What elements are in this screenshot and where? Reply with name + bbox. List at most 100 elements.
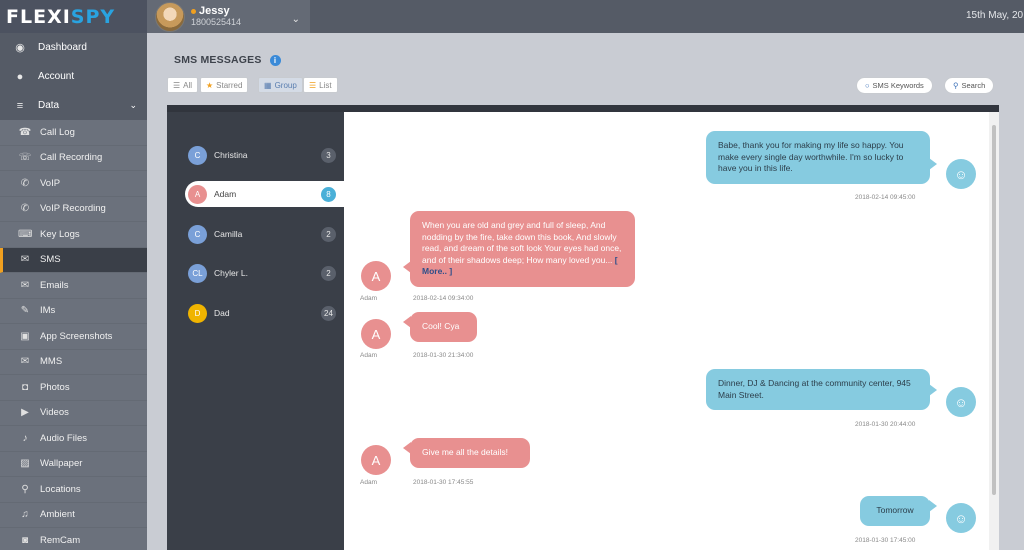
sms-keywords-button[interactable]: ○ SMS Keywords [856, 77, 933, 94]
sidebar-item-app-screenshots[interactable]: ▣ App Screenshots [0, 324, 147, 350]
sidebar-item-label: IMs [40, 305, 56, 317]
sidebar-item-sms[interactable]: ✉ SMS [0, 247, 147, 273]
message-timestamp: 2018-02-14 09:45:00 [855, 194, 916, 201]
sidebar-item-label: Wallpaper [40, 458, 83, 470]
sidebar-item-remcam[interactable]: ◙ RemCam [0, 528, 147, 550]
sidebar-item-label: Ambient [40, 509, 75, 521]
message-bubble-incoming: When you are old and grey and full of sl… [403, 211, 635, 287]
message-bubble-incoming: Cool! Cya [403, 312, 477, 342]
page-title-text: SMS MESSAGES [174, 54, 262, 66]
sidebar: ◉ Dashboard ● Account ≡ Data ⌄ ☎ Call Log ☏ Ca… [0, 33, 147, 550]
sidebar-item-label: Videos [40, 407, 69, 419]
sidebar-item-dashboard[interactable]: ◉ Dashboard [0, 33, 147, 62]
sidebar-item-label: SMS [40, 254, 61, 266]
message-timestamp: 2018-01-30 17:45:00 [855, 537, 916, 544]
logo-text-left: FLEXI [6, 5, 71, 28]
logo[interactable]: FLEXI SPY [0, 0, 147, 33]
user-avatar-icon: ☺ [946, 387, 976, 417]
user-switcher[interactable]: Jessy 1800525414 ⌄ [147, 0, 310, 33]
sidebar-item-audio-files[interactable]: ♪ Audio Files [0, 426, 147, 452]
dashboard-icon: ◉ [15, 42, 25, 54]
message-bubble-incoming: Give me all the details! [403, 438, 530, 468]
view-group-label: Group [274, 80, 297, 90]
message-text: Dinner, DJ & Dancing at the community ce… [718, 378, 911, 400]
picture-icon: ▨ [20, 458, 30, 470]
sidebar-item-account[interactable]: ● Account [0, 62, 147, 91]
message-sender: Adam [360, 352, 377, 359]
sidebar-item-mms[interactable]: ✉ MMS [0, 349, 147, 375]
sidebar-item-voip-recording[interactable]: ✆ VoIP Recording [0, 196, 147, 222]
contact-item-adam[interactable]: A Adam 8 [185, 181, 344, 207]
sidebar-item-label: Audio Files [40, 432, 87, 444]
search-button[interactable]: ⚲ Search [944, 77, 995, 94]
sidebar-item-locations[interactable]: ⚲ Locations [0, 477, 147, 503]
message-text: Cool! Cya [422, 321, 460, 331]
sidebar-item-call-recording[interactable]: ☏ Call Recording [0, 145, 147, 171]
message-text: Tomorrow [876, 505, 914, 515]
phone-icon: ☎ [18, 126, 32, 138]
contact-item-camilla[interactable]: C Camilla 2 [185, 221, 344, 247]
contact-item-dad[interactable]: D Dad 24 [185, 300, 344, 326]
sidebar-item-key-logs[interactable]: ⌨ Key Logs [0, 222, 147, 248]
user-info: Jessy 1800525414 [191, 4, 242, 28]
status-dot [191, 8, 196, 14]
sidebar-item-ambient[interactable]: ♫ Ambient [0, 502, 147, 528]
microphone-icon: ♫ [21, 509, 29, 521]
sidebar-item-wallpaper[interactable]: ▨ Wallpaper [0, 451, 147, 477]
sidebar-item-ims[interactable]: ✎ IMs [0, 298, 147, 324]
avatar [155, 1, 185, 32]
voip-icon: ✆ [20, 177, 30, 189]
message-sender: Adam [360, 479, 377, 486]
sidebar-item-emails[interactable]: ✉ Emails [0, 273, 147, 299]
logo-text-right: SPY [70, 5, 116, 28]
sidebar-item-call-log[interactable]: ☎ Call Log [0, 120, 147, 146]
message-timestamp: 2018-01-30 17:45:55 [413, 479, 474, 486]
page-title: SMS MESSAGES i [174, 54, 281, 66]
user-name: Jessy [199, 4, 230, 17]
contact-name: Adam [214, 189, 237, 199]
user-phone: 1800525414 [191, 16, 242, 27]
sidebar-item-data[interactable]: ≡ Data ⌄ [0, 91, 147, 120]
contact-avatar: C [188, 224, 207, 244]
message-count-badge: 8 [321, 186, 336, 202]
sidebar-item-photos[interactable]: ◘ Photos [0, 375, 147, 401]
keyboard-icon: ⌨ [18, 228, 33, 240]
info-icon[interactable]: i [269, 54, 281, 66]
filter-starred-button[interactable]: ★ Starred [200, 77, 249, 93]
contact-avatar: C [188, 145, 207, 165]
view-list-button[interactable]: ☰ List [303, 77, 338, 93]
camera-icon: ◘ [21, 381, 29, 393]
message-text: Give me all the details! [422, 447, 508, 457]
sidebar-item-videos[interactable]: ▶ Videos [0, 400, 147, 426]
sidebar-item-label: Locations [40, 483, 81, 495]
view-group-button[interactable]: ▦ Group [258, 77, 303, 93]
message-count-badge: 2 [321, 226, 336, 242]
current-date: 15th May, 20 [966, 10, 1024, 21]
chat-bubble-icon: ○ [865, 81, 870, 90]
phone-recording-icon: ☏ [18, 152, 32, 164]
user-name-row: Jessy [191, 4, 241, 17]
contact-item-chyler[interactable]: CL Chyler L. 2 [185, 260, 344, 286]
message-text: When you are old and grey and full of sl… [422, 220, 622, 265]
message-bubble-outgoing: Dinner, DJ & Dancing at the community ce… [706, 369, 937, 410]
sidebar-item-label: VoIP [40, 177, 61, 189]
filter-starred-label: Starred [216, 80, 243, 90]
sms-keywords-label: SMS Keywords [872, 81, 924, 90]
sidebar-item-label: App Screenshots [40, 330, 113, 342]
chevron-down-icon[interactable]: ⌄ [292, 14, 300, 25]
chevron-down-icon: ⌄ [129, 100, 137, 110]
sidebar-item-label: Emails [40, 279, 69, 291]
mms-icon: ✉ [20, 356, 30, 368]
sidebar-item-voip[interactable]: ✆ VoIP [0, 171, 147, 197]
contact-name: Christina [214, 150, 248, 160]
contact-item-christina[interactable]: C Christina 3 [185, 142, 344, 168]
message-sender: Adam [360, 295, 377, 302]
message-bubble-outgoing: Babe, thank you for making my life so ha… [706, 131, 937, 184]
filter-all-button[interactable]: ☰ All [167, 77, 199, 93]
list-icon: ☰ [309, 80, 317, 90]
message-thread: Babe, thank you for making my life so ha… [344, 112, 989, 550]
message-timestamp: 2018-01-30 20:44:00 [855, 421, 916, 428]
contact-name: Dad [214, 308, 230, 318]
sidebar-item-label: Key Logs [40, 228, 80, 240]
scrollbar-thumb[interactable] [992, 125, 996, 495]
